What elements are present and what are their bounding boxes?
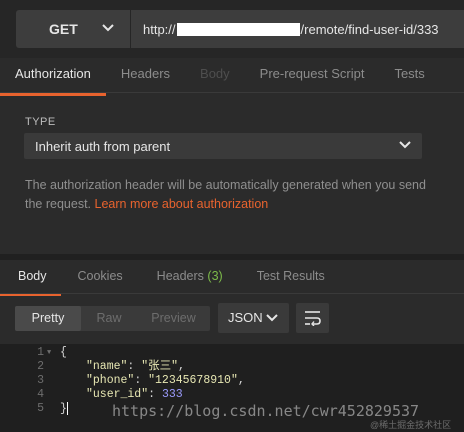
view-preview-button[interactable]: Preview bbox=[137, 306, 210, 331]
url-prefix: http:// bbox=[143, 21, 176, 37]
chevron-down-icon bbox=[102, 24, 114, 32]
auth-type-value: Inherit auth from parent bbox=[35, 139, 171, 154]
request-bar: GET http:// /remote/find-user-id/333 bbox=[0, 0, 464, 58]
line-number: 2 bbox=[37, 360, 44, 373]
tab-test-results[interactable]: Test Results bbox=[240, 260, 342, 296]
auth-description: The authorization header will be automat… bbox=[25, 176, 435, 214]
url-path: /remote/find-user-id/333 bbox=[300, 21, 439, 37]
learn-more-link[interactable]: Learn more about authorization bbox=[95, 197, 269, 211]
wrap-text-icon bbox=[305, 311, 321, 326]
line-number: 1 bbox=[37, 346, 44, 359]
json-key: "phone" bbox=[86, 374, 135, 387]
authorization-panel: TYPE Inherit auth from parent The author… bbox=[0, 96, 464, 254]
text-cursor bbox=[66, 402, 68, 415]
response-toolbar: Pretty Raw Preview JSON bbox=[0, 296, 464, 344]
view-pretty-button[interactable]: Pretty bbox=[15, 306, 81, 331]
json-key: "user_id" bbox=[86, 388, 149, 401]
headers-count-badge: (3) bbox=[207, 269, 223, 283]
tab-authorization[interactable]: Authorization bbox=[0, 58, 106, 96]
format-dropdown[interactable]: JSON bbox=[218, 303, 289, 333]
watermark-text-secondary: @稀土掘金技术社区 bbox=[370, 420, 452, 430]
view-raw-button[interactable]: Raw bbox=[81, 306, 137, 331]
code-text: "user_id": 333 bbox=[86, 388, 183, 401]
url-redacted-host bbox=[176, 22, 300, 36]
code-text: "name": "张三", bbox=[86, 360, 185, 373]
json-value: "张三" bbox=[141, 360, 179, 373]
json-key: "name" bbox=[86, 360, 128, 373]
json-value: 333 bbox=[161, 388, 183, 401]
type-label: TYPE bbox=[25, 116, 56, 128]
tab-response-body[interactable]: Body bbox=[0, 260, 61, 296]
response-headers-label: Headers bbox=[156, 269, 204, 283]
response-tabs: Body Cookies Headers (3) Test Results bbox=[0, 260, 464, 296]
line-number: 3 bbox=[37, 374, 44, 387]
tab-response-headers[interactable]: Headers (3) bbox=[140, 260, 240, 296]
format-value: JSON bbox=[228, 310, 263, 325]
url-input[interactable]: http:// /remote/find-user-id/333 bbox=[131, 10, 464, 48]
wrap-lines-button[interactable] bbox=[296, 303, 329, 333]
code-line: 1 ▼ { bbox=[0, 346, 464, 360]
tab-tests[interactable]: Tests bbox=[379, 58, 439, 96]
line-number: 4 bbox=[37, 388, 44, 401]
code-text: "phone": "12345678910", bbox=[86, 374, 245, 387]
view-mode-switch: Pretty Raw Preview bbox=[15, 306, 210, 331]
code-line: 2 "name": "张三", bbox=[0, 360, 464, 374]
code-line: 4 "user_id": 333 bbox=[0, 388, 464, 402]
chevron-down-icon bbox=[266, 314, 278, 322]
tab-headers[interactable]: Headers bbox=[106, 58, 185, 96]
method-label: GET bbox=[49, 21, 78, 37]
request-tabs: Authorization Headers Body Pre-request S… bbox=[0, 58, 464, 96]
line-number: 5 bbox=[37, 402, 44, 415]
method-dropdown[interactable]: GET bbox=[16, 10, 130, 48]
tab-cookies[interactable]: Cookies bbox=[61, 260, 140, 296]
tabs-divider bbox=[0, 92, 464, 93]
response-tabs-divider bbox=[0, 293, 464, 294]
tab-pre-request-script[interactable]: Pre-request Script bbox=[245, 58, 380, 96]
code-text: { bbox=[60, 346, 67, 359]
chevron-down-icon bbox=[399, 141, 411, 149]
auth-type-dropdown[interactable]: Inherit auth from parent bbox=[24, 133, 422, 159]
code-line: 3 "phone": "12345678910", bbox=[0, 374, 464, 388]
tab-body: Body bbox=[200, 66, 230, 81]
json-value: "12345678910" bbox=[148, 374, 238, 387]
code-text: } bbox=[60, 402, 68, 416]
fold-arrow-icon[interactable]: ▼ bbox=[47, 346, 51, 360]
